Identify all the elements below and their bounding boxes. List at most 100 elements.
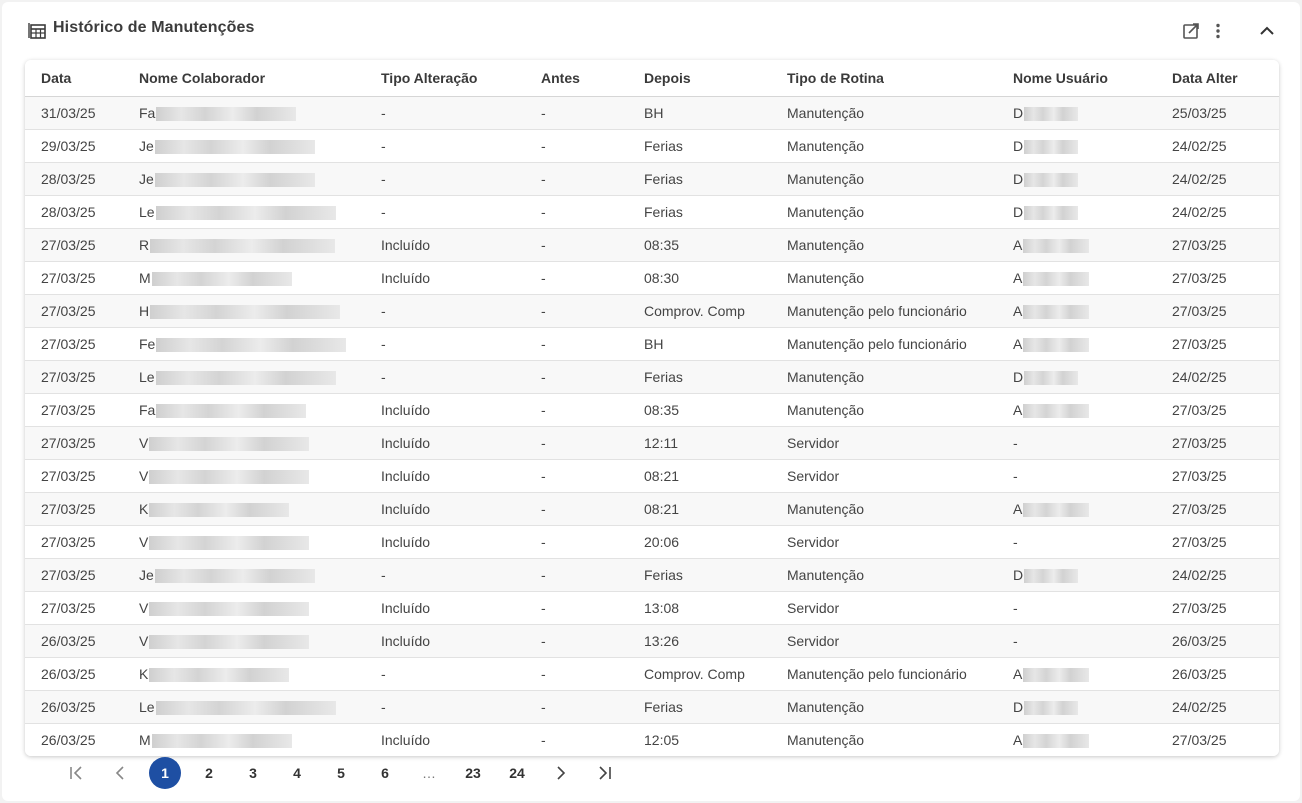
cell-nome-usuario-text: - (1013, 435, 1018, 451)
redacted-user (1023, 305, 1090, 320)
table-row[interactable]: 27/03/25 M Incluído - 08:30 Manutenção A 27/03/… (25, 261, 1279, 295)
cell-nome-colaborador-text: Je (139, 170, 154, 187)
column-header-tipo-rotina[interactable]: Tipo de Rotina (771, 60, 997, 97)
cell-nome-usuario: A (997, 393, 1156, 427)
cell-nome-colaborador-text: H (139, 302, 150, 319)
page-button[interactable]: 24 (501, 757, 533, 789)
table-row[interactable]: 27/03/25 Le - - Ferias Manutenção D 24/02/25 (25, 360, 1279, 394)
cell-depois: BH (628, 96, 771, 130)
cell-tipo-alteracao-text: - (381, 138, 386, 154)
cell-tipo-rotina-text: Manutenção (787, 501, 865, 517)
cell-antes: - (525, 129, 628, 163)
cell-nome-colaborador: Le (123, 690, 365, 724)
cell-tipo-alteracao: Incluído (365, 426, 525, 460)
table-row[interactable]: 26/03/25 Le - - Ferias Manutenção D 24/02/25 (25, 690, 1279, 724)
table-row[interactable]: 28/03/25 Je - - Ferias Manutenção D 24/02/25 (25, 162, 1279, 196)
cell-nome-usuario: D (997, 360, 1156, 394)
redacted-user (1023, 503, 1090, 518)
table-row[interactable]: 27/03/25 Je - - Ferias Manutenção D 24/02/25 (25, 558, 1279, 592)
cell-data-alter: 27/03/25 (1156, 591, 1279, 625)
page-button[interactable]: 5 (325, 757, 357, 789)
cell-tipo-alteracao: - (365, 657, 525, 691)
cell-antes: - (525, 723, 628, 756)
column-header-nome-usuario[interactable]: Nome Usuário (997, 60, 1156, 97)
cell-nome-usuario: D (997, 690, 1156, 724)
column-header-data-alter[interactable]: Data Alter (1156, 60, 1279, 97)
table-row[interactable]: 26/03/25 M Incluído - 12:05 Manutenção A 27/03/… (25, 723, 1279, 756)
cell-data: 26/03/25 (25, 624, 123, 658)
next-page-icon[interactable] (545, 757, 577, 789)
redacted-user (1024, 569, 1079, 584)
open-external-icon[interactable] (1180, 20, 1202, 42)
cell-antes-text: - (541, 468, 546, 484)
cell-data-alter-text: 24/02/25 (1172, 369, 1227, 385)
page-button[interactable]: 3 (237, 757, 269, 789)
cell-nome-colaborador-text: Fa (139, 401, 156, 418)
table-row[interactable]: 26/03/25 V Incluído - 13:26 Servidor - 26/03/25 (25, 624, 1279, 658)
cell-nome-colaborador-text: V (139, 434, 149, 451)
more-vert-icon[interactable] (1207, 20, 1229, 42)
redacted-user (1024, 140, 1079, 155)
column-header-nome-colaborador[interactable]: Nome Colaborador (123, 60, 365, 97)
cell-nome-colaborador-text: Je (139, 137, 154, 154)
cell-data: 27/03/25 (25, 228, 123, 262)
cell-data-text: 28/03/25 (41, 171, 96, 187)
column-header-depois[interactable]: Depois (628, 60, 771, 97)
table-row[interactable]: 27/03/25 H - - Comprov. Comp Manutenção pelo … (25, 294, 1279, 328)
table-row[interactable]: 27/03/25 Fa Incluído - 08:35 Manutenção A 27/03… (25, 393, 1279, 427)
cell-nome-usuario: D (997, 162, 1156, 196)
table-row[interactable]: 27/03/25 V Incluído - 12:11 Servidor - 27/03/25 (25, 426, 1279, 460)
table-body: 31/03/25 Fa - - BH Manutenção D 25/03/25 29/03/2… (25, 96, 1279, 756)
cell-tipo-rotina-text: Manutenção (787, 699, 865, 715)
cell-data-alter-text: 27/03/25 (1172, 732, 1227, 748)
table-row[interactable]: 27/03/25 V Incluído - 08:21 Servidor - 27/03/25 (25, 459, 1279, 493)
cell-nome-colaborador: K (123, 492, 365, 526)
table-row[interactable]: 27/03/25 V Incluído - 20:06 Servidor - 27/03/25 (25, 525, 1279, 559)
table-row[interactable]: 26/03/25 K - - Comprov. Comp Manutenção pelo … (25, 657, 1279, 691)
table-row[interactable]: 27/03/25 V Incluído - 13:08 Servidor - 27/03/25 (25, 591, 1279, 625)
cell-data: 27/03/25 (25, 558, 123, 592)
cell-nome-colaborador-text: Le (139, 203, 155, 220)
redacted-user (1023, 668, 1090, 683)
cell-tipo-alteracao: Incluído (365, 624, 525, 658)
table-row[interactable]: 29/03/25 Je - - Ferias Manutenção D 24/02/25 (25, 129, 1279, 163)
cell-nome-usuario-text: A (1013, 500, 1023, 517)
cell-data: 27/03/25 (25, 393, 123, 427)
redacted-user (1024, 206, 1079, 221)
table-row[interactable]: 28/03/25 Le - - Ferias Manutenção D 24/02/25 (25, 195, 1279, 229)
cell-tipo-rotina: Manutenção (771, 195, 997, 229)
first-page-icon[interactable] (61, 757, 93, 789)
cell-tipo-rotina-text: Manutenção (787, 105, 865, 121)
page-button[interactable]: 23 (457, 757, 489, 789)
chevron-up-icon[interactable] (1256, 20, 1278, 42)
page-button[interactable]: 4 (281, 757, 313, 789)
cell-data-alter-text: 27/03/25 (1172, 270, 1227, 286)
cell-data: 26/03/25 (25, 723, 123, 756)
table-row[interactable]: 31/03/25 Fa - - BH Manutenção D 25/03/25 (25, 96, 1279, 130)
cell-depois: 08:21 (628, 459, 771, 493)
prev-page-icon[interactable] (105, 757, 137, 789)
cell-antes: - (525, 558, 628, 592)
table-row[interactable]: 27/03/25 K Incluído - 08:21 Manutenção A 27/03/… (25, 492, 1279, 526)
page-button[interactable]: 2 (193, 757, 225, 789)
cell-data: 27/03/25 (25, 525, 123, 559)
column-header-antes[interactable]: Antes (525, 60, 628, 97)
page-button[interactable]: 6 (369, 757, 401, 789)
column-header-data[interactable]: Data (25, 60, 123, 97)
cell-tipo-alteracao-text: Incluído (381, 732, 431, 748)
page-button[interactable]: 1 (149, 757, 181, 789)
redacted-name (156, 107, 297, 122)
cell-nome-colaborador-text: Le (139, 368, 155, 385)
redacted-user (1024, 173, 1079, 188)
cell-data-alter-text: 26/03/25 (1172, 633, 1227, 649)
table-row[interactable]: 27/03/25 R Incluído - 08:35 Manutenção A 27/03/… (25, 228, 1279, 262)
cell-nome-usuario-text: D (1013, 368, 1024, 385)
cell-data: 27/03/25 (25, 492, 123, 526)
cell-nome-usuario-text: D (1013, 566, 1024, 583)
column-header-tipo-alteracao[interactable]: Tipo Alteração (365, 60, 525, 97)
last-page-icon[interactable] (589, 757, 621, 789)
card-header: Histórico de Manutenções (2, 2, 1300, 58)
cell-data: 27/03/25 (25, 327, 123, 361)
redacted-name (151, 734, 292, 749)
table-row[interactable]: 27/03/25 Fe - - BH Manutenção pelo funcionári… (25, 327, 1279, 361)
